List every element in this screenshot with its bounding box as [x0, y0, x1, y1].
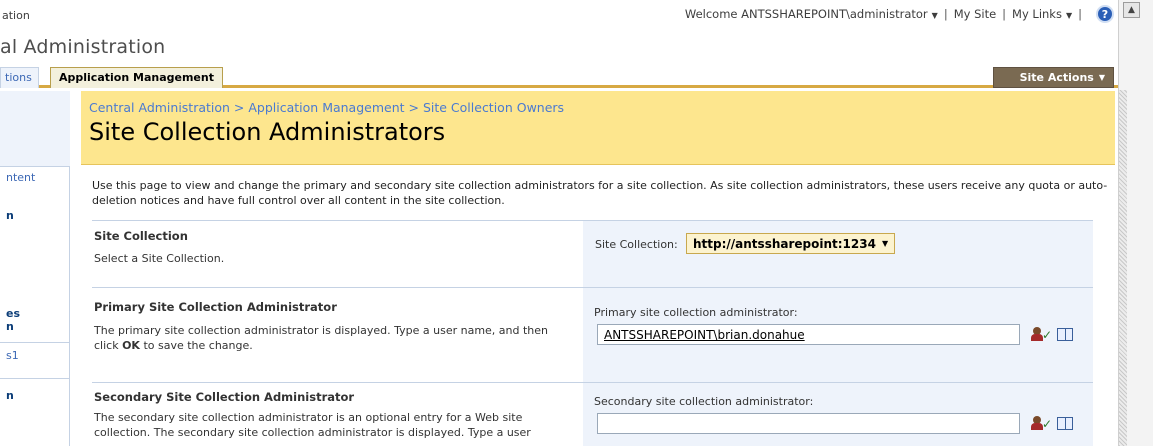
page-header: Central Administration > Application Man… [81, 91, 1115, 165]
site-collection-section: Site Collection Select a Site Collection… [92, 220, 1093, 287]
address-book-icon[interactable] [1057, 328, 1074, 341]
secondary-admin-label: Secondary site collection administrator: [594, 395, 814, 408]
check-mark-icon: ✓ [1042, 416, 1053, 431]
quick-launch-item[interactable]: s1 [0, 342, 70, 376]
breadcrumb[interactable]: Central Administration > Application Man… [89, 100, 564, 115]
user-links: Welcome ANTSSHAREPOINT\administrator ▼ | … [685, 5, 1114, 23]
page-title: Site Collection Administrators [89, 118, 446, 146]
quick-launch-item[interactable]: es [0, 307, 70, 320]
page-description: Use this page to view and change the pri… [92, 179, 1108, 207]
top-nav-tabs: tions Application Management Site Action… [0, 67, 1118, 88]
check-names-icon[interactable] [1031, 416, 1043, 431]
top-bar: ation Welcome ANTSSHAREPOINT\administrat… [0, 0, 1118, 30]
address-book-icon[interactable] [1057, 417, 1074, 430]
description-text: to save the change. [139, 339, 253, 352]
section-title: Site Collection [94, 229, 188, 243]
site-name-fragment: ation [2, 9, 30, 22]
quick-launch-item[interactable]: n [0, 209, 70, 231]
tab-application-management[interactable]: Application Management [50, 67, 223, 88]
section-controls: Site Collection: http://antssharepoint:1… [583, 221, 1093, 287]
section-info: Site Collection Select a Site Collection… [92, 221, 583, 287]
quick-launch: ntent n es n s1 n [0, 91, 70, 446]
site-collection-selector[interactable]: http://antssharepoint:1234 ▼ [686, 233, 896, 254]
site-collection-value: http://antssharepoint:1234 [693, 236, 876, 251]
section-controls: Primary site collection administrator: A… [583, 288, 1093, 382]
help-icon[interactable]: ? [1096, 5, 1114, 23]
secondary-admin-section: Secondary Site Collection Administrator … [92, 382, 1093, 446]
quick-launch-item[interactable]: n [0, 320, 70, 333]
site-collection-label: Site Collection: [595, 238, 678, 251]
tab-operations[interactable]: tions [0, 67, 39, 88]
quick-launch-item[interactable]: ntent [0, 166, 70, 190]
secondary-admin-input[interactable] [597, 413, 1020, 434]
my-site-link[interactable]: My Site [954, 7, 996, 21]
people-picker-tools: ✓ [1031, 416, 1074, 431]
my-links-text: My Links [1012, 7, 1062, 21]
vertical-scrollbar[interactable]: ▲ [1118, 0, 1153, 446]
section-controls: Secondary site collection administrator:… [583, 383, 1093, 446]
separator: | [943, 7, 948, 21]
section-title: Primary Site Collection Administrator [94, 300, 337, 314]
primary-admin-section: Primary Site Collection Administrator Th… [92, 287, 1093, 382]
section-info: Primary Site Collection Administrator Th… [92, 288, 583, 382]
site-title: al Administration [0, 36, 166, 58]
quick-launch-item[interactable]: n [0, 378, 70, 414]
scroll-track[interactable] [1119, 90, 1127, 446]
site-actions-label: Site Actions [1019, 71, 1094, 84]
section-description: The secondary site collection administra… [94, 411, 531, 439]
section-description: The primary site collection administrato… [94, 323, 554, 353]
chevron-down-icon: ▼ [1098, 73, 1105, 82]
quick-launch-header [0, 91, 70, 166]
separator: | [1078, 7, 1082, 21]
chevron-down-icon: ▼ [1065, 11, 1073, 20]
chevron-down-icon: ▼ [931, 11, 938, 20]
welcome-text: Welcome ANTSSHAREPOINT\administrator [684, 7, 928, 21]
people-picker-tools: ✓ [1031, 327, 1074, 342]
section-title: Secondary Site Collection Administrator [94, 390, 355, 404]
separator: | [1002, 7, 1007, 21]
welcome-menu[interactable]: Welcome ANTSSHAREPOINT\administrator ▼ [685, 7, 938, 21]
section-description: Select a Site Collection. [94, 252, 225, 265]
my-links-menu[interactable]: My Links ▼ [1012, 7, 1072, 21]
chevron-down-icon: ▼ [881, 239, 889, 248]
site-actions-button[interactable]: Site Actions ▼ [993, 67, 1114, 88]
primary-admin-label: Primary site collection administrator: [594, 306, 798, 319]
check-names-icon[interactable] [1031, 327, 1043, 342]
check-mark-icon: ✓ [1042, 327, 1053, 342]
primary-admin-input[interactable]: ANTSSHAREPOINT\brian.donahue [597, 324, 1020, 345]
scroll-up-icon[interactable]: ▲ [1123, 2, 1140, 18]
section-info: Secondary Site Collection Administrator … [92, 383, 583, 446]
description-bold: OK [122, 339, 140, 352]
primary-admin-value: ANTSSHAREPOINT\brian.donahue [604, 328, 805, 342]
